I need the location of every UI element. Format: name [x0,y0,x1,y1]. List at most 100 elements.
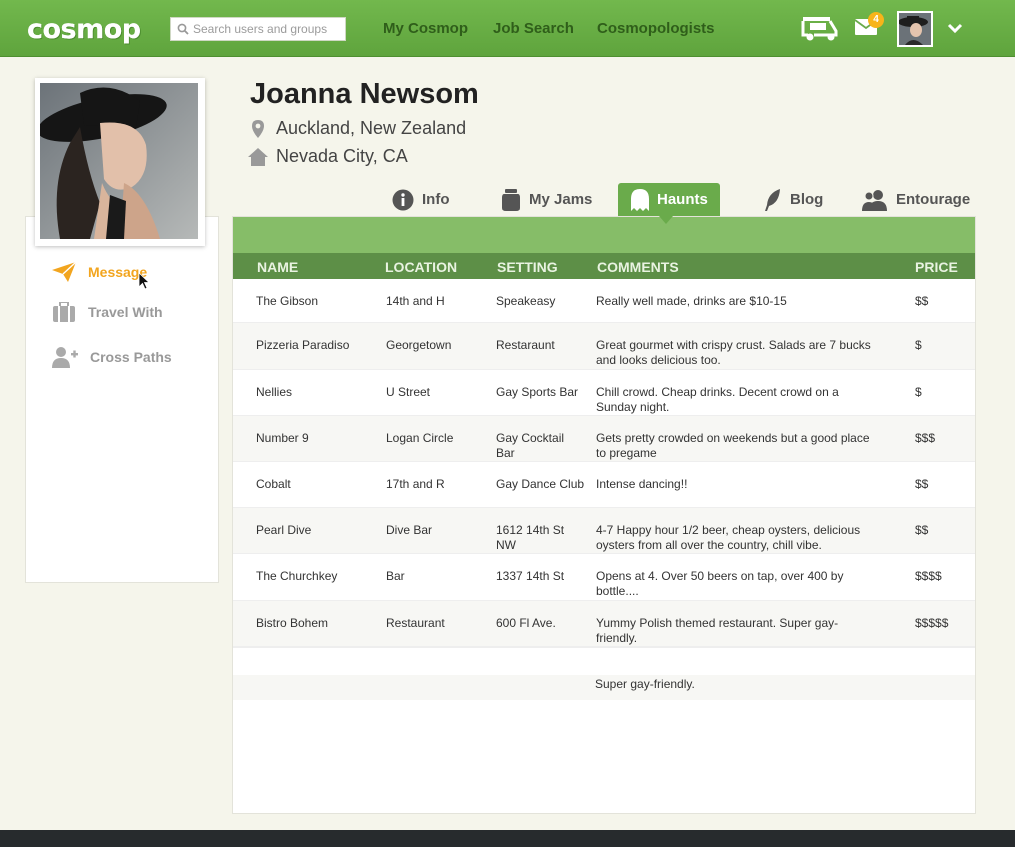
page-footer [0,830,1015,847]
cell-comments: Intense dancing!! [596,477,688,491]
tab-my-jams[interactable]: My Jams [501,183,592,216]
travel-with-button[interactable]: Travel With [52,302,163,322]
current-location: Auckland, New Zealand [248,118,466,139]
message-button[interactable]: Message [52,262,147,282]
hometown: Nevada City, CA [248,146,408,167]
mouse-cursor [139,273,150,290]
cell-comments: Great gourmet with crispy crust. Salads … [596,338,871,367]
nav-my-cosmop[interactable]: My Cosmop [383,20,468,37]
cell-comments: Really well made, drinks are $10-15 [596,294,787,308]
cell-setting: Gay Dance Club [496,477,585,491]
col-price-header[interactable]: PRICE [915,259,958,275]
group-icon [862,189,887,211]
cell-setting: Speakeasy [496,294,556,308]
suitcase-icon [53,302,75,322]
cell-location: U Street [386,385,431,399]
cell-name: Bistro Bohem [256,616,329,630]
cell-comments: Chill crowd. Cheap drinks. Decent crowd … [596,385,839,414]
cell-setting: Restaraunt [496,338,555,352]
table-row[interactable]: Number 9 Logan Circle Gay Cocktail Bar G… [233,416,975,462]
tab-entourage[interactable]: Entourage [862,183,970,216]
cell-price: $$$ [915,431,936,445]
hometown-text: Nevada City, CA [276,146,408,166]
table-row-empty [233,647,975,675]
col-name-header[interactable]: NAME [257,259,298,275]
table-row[interactable]: Bistro Bohem Restaurant 600 Fl Ave. Yumm… [233,601,975,647]
profile-photo [35,78,205,246]
tab-info[interactable]: Info [392,183,450,216]
tab-my-jams-label: My Jams [529,191,593,208]
cell-location: Georgetown [386,338,452,352]
tab-blog-label: Blog [790,191,824,208]
cell-location: Dive Bar [386,523,433,537]
cell-location: Logan Circle [386,431,454,445]
col-setting-header[interactable]: SETTING [497,259,558,275]
search-icon [177,23,189,35]
tab-blog[interactable]: Blog [764,183,823,216]
cell-price: $$ [915,523,929,537]
avatar-photo [899,13,931,45]
tab-info-label: Info [422,191,450,208]
location-pin-icon [252,119,264,138]
info-icon [392,189,414,210]
tab-haunts[interactable]: Haunts [618,183,720,216]
jar-icon [502,188,520,211]
cell-price: $ [915,338,922,352]
col-location-header[interactable]: LOCATION [385,259,457,275]
cell-name: The Churchkey [256,569,338,583]
cross-paths-button[interactable]: Cross Paths [52,346,172,368]
cross-paths-label: Cross Paths [90,349,172,365]
cell-location: 17th and R [386,477,445,491]
cell-comments: Yummy Polish themed restaurant. Super ga… [596,616,839,645]
nav-job-search[interactable]: Job Search [493,20,574,37]
cosmop-logo[interactable]: cosmop [27,12,141,46]
ghost-icon [631,188,649,211]
chevron-down-icon[interactable] [947,22,963,34]
search-input[interactable] [193,22,343,36]
cell-setting: 1612 14th St NW [496,523,565,552]
profile-name: Joanna Newsom [250,78,479,110]
tuk-tuk-icon[interactable] [800,13,838,43]
cell-setting: Gay Cocktail Bar [496,431,565,460]
table-row[interactable]: Nellies U Street Gay Sports Bar Chill cr… [233,370,975,416]
tab-haunts-label: Haunts [657,191,708,208]
cell-comments: Opens at 4. Over 50 beers on tap, over 4… [596,569,844,598]
home-icon [248,147,268,166]
nav-cosmopologists[interactable]: Cosmopologists [597,20,715,37]
user-avatar[interactable] [897,11,933,47]
table-row[interactable]: The Gibson 14th and H Speakeasy Really w… [233,279,975,323]
cell-name: Number 9 [256,431,309,445]
cell-location: 14th and H [386,294,445,308]
cell-name: Pizzeria Paradiso [256,338,350,352]
panel-header-band [233,217,975,253]
table-row[interactable]: Pizzeria Paradiso Georgetown Restaraunt … [233,323,975,370]
cell-comments: Gets pretty crowded on weekends but a go… [596,431,870,460]
table-row[interactable]: Pearl Dive Dive Bar 1612 14th St NW 4-7 … [233,508,975,554]
cell-price: $$$$ [915,569,942,583]
cell-setting: Gay Sports Bar [496,385,579,399]
cell-comments: 4-7 Happy hour 1/2 beer, cheap oysters, … [596,523,861,552]
table-row[interactable]: The Churchkey Bar 1337 14th St Opens at … [233,554,975,601]
cell-name: Pearl Dive [256,523,312,537]
cell-price: $ [915,385,922,399]
cell-name: Nellies [256,385,293,399]
tab-entourage-label: Entourage [896,191,971,208]
cell-setting: 600 Fl Ave. [496,616,556,630]
haunts-panel: NAME LOCATION SETTING COMMENTS PRICE The… [232,216,976,814]
cell-name: The Gibson [256,294,319,308]
mail-badge: 4 [868,12,884,28]
top-bar: cosmop My Cosmop Job Search Cosmopologis… [0,0,1015,57]
active-tab-caret [659,216,673,224]
table-body: The Gibson 14th and H Speakeasy Really w… [233,279,975,700]
cell-price: $$ [915,294,929,308]
search-box[interactable] [170,17,346,41]
cell-name: Cobalt [256,477,291,491]
cell-setting: 1337 14th St [496,569,565,583]
travel-with-label: Travel With [88,304,163,320]
table-row-ghost: Super gay-friendly. [233,675,975,700]
table-header: NAME LOCATION SETTING COMMENTS PRICE [233,253,975,279]
col-comments-header[interactable]: COMMENTS [597,259,679,275]
cell-location: Restaurant [386,616,445,630]
ghost-comment: Super gay-friendly. [595,677,695,691]
table-row[interactable]: Cobalt 17th and R Gay Dance Club Intense… [233,462,975,508]
